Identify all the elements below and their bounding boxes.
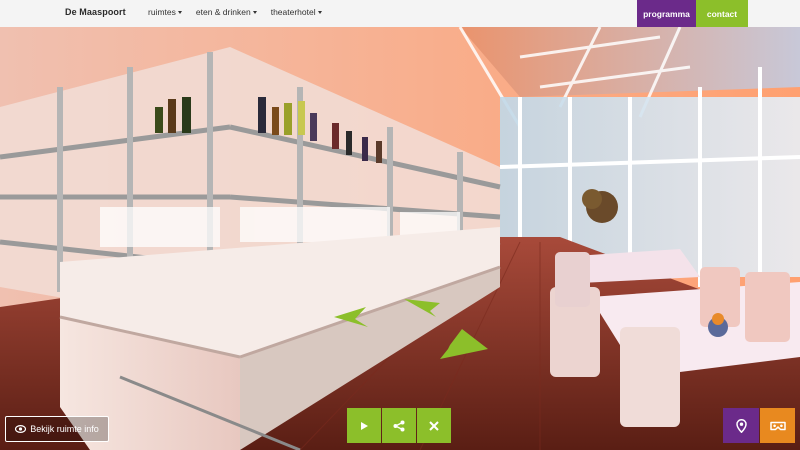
nav-item-label: eten & drinken bbox=[195, 7, 251, 17]
main-nav: ruimtes eten & drinken theaterhotel bbox=[148, 7, 322, 17]
view-room-info-button[interactable]: Bekijk ruimte info bbox=[5, 416, 109, 442]
location-button[interactable] bbox=[723, 408, 759, 443]
panorama-image bbox=[0, 27, 800, 450]
eye-icon bbox=[15, 425, 27, 433]
viewer-controls bbox=[347, 408, 451, 443]
panorama-viewer[interactable] bbox=[0, 27, 800, 450]
nav-item-theaterhotel[interactable]: theaterhotel bbox=[271, 7, 322, 17]
vr-headset-icon bbox=[769, 421, 786, 430]
play-icon bbox=[361, 421, 368, 430]
nav-item-label: theaterhotel bbox=[270, 7, 316, 17]
chevron-down-icon bbox=[252, 10, 257, 14]
nav-item-label: ruimtes bbox=[148, 7, 176, 17]
location-pin-icon bbox=[735, 418, 747, 433]
chevron-down-icon bbox=[317, 10, 322, 14]
vr-button[interactable] bbox=[760, 408, 795, 443]
programma-button[interactable]: programma bbox=[637, 0, 696, 27]
brand-logo-text[interactable]: De Maaspoort bbox=[65, 7, 126, 17]
top-navigation-bar: De Maaspoort ruimtes eten & drinken thea… bbox=[0, 0, 800, 27]
contact-button[interactable]: contact bbox=[696, 0, 748, 27]
nav-item-eten-drinken[interactable]: eten & drinken bbox=[196, 7, 257, 17]
view-room-info-label: Bekijk ruimte info bbox=[30, 424, 99, 434]
close-icon bbox=[429, 420, 439, 431]
chevron-down-icon bbox=[177, 10, 182, 14]
play-button[interactable] bbox=[347, 408, 381, 443]
nav-item-ruimtes[interactable]: ruimtes bbox=[148, 7, 182, 17]
share-button[interactable] bbox=[382, 408, 416, 443]
close-button[interactable] bbox=[417, 408, 451, 443]
share-icon bbox=[393, 420, 405, 431]
